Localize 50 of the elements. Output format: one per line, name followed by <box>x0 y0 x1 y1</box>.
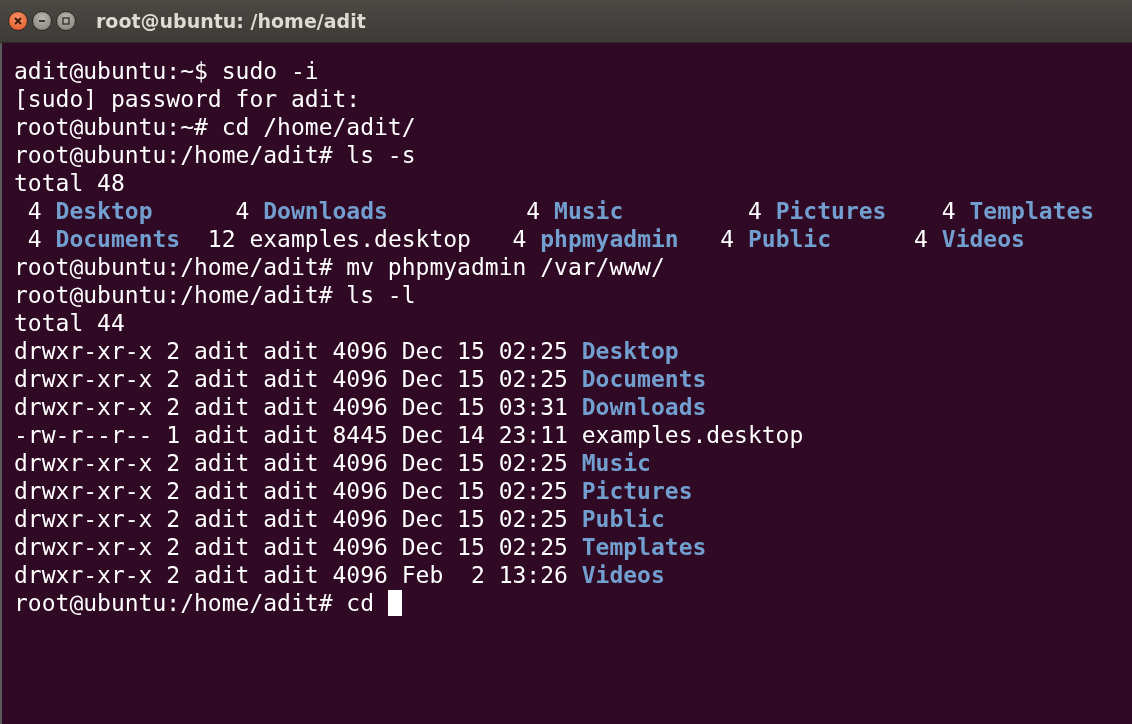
terminal-text: [sudo] password for adit: <box>14 85 361 113</box>
terminal-text: 4 <box>26 197 43 225</box>
directory-name: Templates <box>969 197 1095 225</box>
terminal-text: adit@ubuntu:~$ sudo -i <box>14 57 319 85</box>
directory-name: Videos <box>941 225 1025 253</box>
terminal-text: root@ubuntu:~# cd /home/adit/ <box>14 113 416 141</box>
terminal-text: 4 <box>913 225 929 253</box>
terminal-text: drwxr-xr-x 2 adit adit 4096 Dec 15 02:25 <box>14 533 569 561</box>
directory-name: Downloads <box>581 393 707 421</box>
terminal-text: 4 <box>234 197 251 225</box>
directory-name: Music <box>581 449 651 477</box>
terminal-text: 12 examples.desktop 4 <box>206 225 528 253</box>
maximize-icon <box>61 16 71 26</box>
terminal-text: drwxr-xr-x 2 adit adit 4096 Dec 15 02:25 <box>14 337 569 365</box>
terminal-text: root@ubuntu:/home/adit# mv phpmyadmin /var/www/ <box>14 253 665 281</box>
terminal-text: total 44 <box>14 309 125 337</box>
terminal-text: total 48 <box>14 169 125 197</box>
directory-name: Documents <box>581 365 707 393</box>
terminal-text: root@ubuntu:/home/adit# ls -s <box>14 141 416 169</box>
directory-name: Music <box>554 197 624 225</box>
terminal-text: drwxr-xr-x 2 adit adit 4096 Dec 15 02:25 <box>14 365 569 393</box>
terminal-text: drwxr-xr-x 2 adit adit 4096 Feb 2 13:26 <box>14 561 569 589</box>
directory-name: Public <box>581 505 665 533</box>
terminal-text: drwxr-xr-x 2 adit adit 4096 Dec 15 02:25 <box>14 505 569 533</box>
maximize-button[interactable] <box>56 11 76 31</box>
terminal-text: drwxr-xr-x 2 adit adit 4096 Dec 15 03:31 <box>14 393 569 421</box>
directory-name: Pictures <box>775 197 887 225</box>
directory-name: Public <box>747 225 832 253</box>
terminal-text: 4 <box>26 225 43 253</box>
directory-name: Templates <box>581 533 707 561</box>
close-icon <box>13 16 23 26</box>
terminal-text: 4 <box>940 197 957 225</box>
directory-name: Pictures <box>581 477 693 505</box>
directory-name: Downloads <box>263 197 388 225</box>
terminal-text: 4 <box>525 197 542 225</box>
directory-name: phpmyadmin <box>540 225 679 253</box>
terminal-text: 4 <box>746 197 763 225</box>
directory-name: Videos <box>581 561 665 589</box>
minimize-button[interactable] <box>32 11 52 31</box>
terminal-text: drwxr-xr-x 2 adit adit 4096 Dec 15 02:25 <box>14 449 569 477</box>
terminal-text: root@ubuntu:/home/adit# ls -l <box>14 281 416 309</box>
directory-name: Desktop <box>55 197 153 225</box>
directory-name: Desktop <box>581 337 679 365</box>
close-button[interactable] <box>8 11 28 31</box>
terminal-text: root@ubuntu:/home/adit# cd <box>14 589 376 617</box>
directory-name: Documents <box>55 225 181 253</box>
terminal-text: drwxr-xr-x 2 adit adit 4096 Dec 15 02:25 <box>14 477 569 505</box>
window-title: root@ubuntu: /home/adit <box>96 10 366 32</box>
terminal-text: 4 <box>719 225 736 253</box>
terminal-text: -rw-r--r-- 1 adit adit 8445 Dec 14 23:11 examples.desktop <box>14 421 804 449</box>
